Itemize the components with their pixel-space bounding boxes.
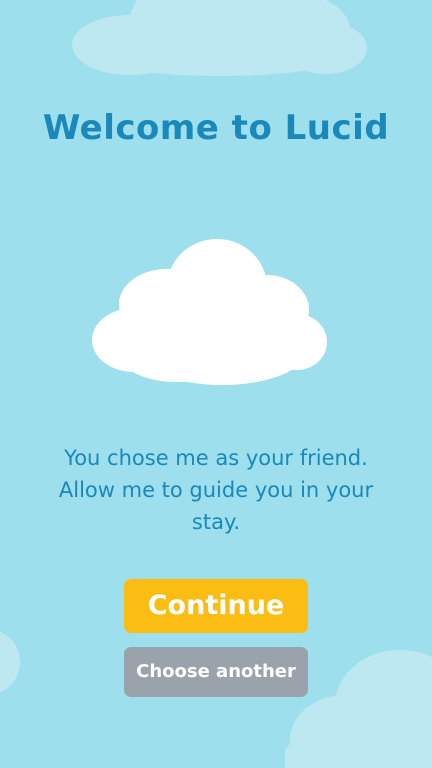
welcome-message: You chose me as your friend. Allow me to… [20,442,412,538]
background-cloud-icon [0,631,20,693]
message-line: Allow me to guide you in your [58,478,374,502]
continue-button[interactable]: Continue [124,579,308,633]
choose-another-button[interactable]: Choose another [124,647,308,697]
message-line: stay. [191,510,241,534]
background-cloud-icon [72,0,367,76]
welcome-screen: Welcome to Lucid You chose me as your fr… [0,0,432,768]
page-title: Welcome to Lucid [42,108,390,148]
message-line: You chose me as your friend. [64,446,368,470]
cloud-icon [92,239,327,385]
